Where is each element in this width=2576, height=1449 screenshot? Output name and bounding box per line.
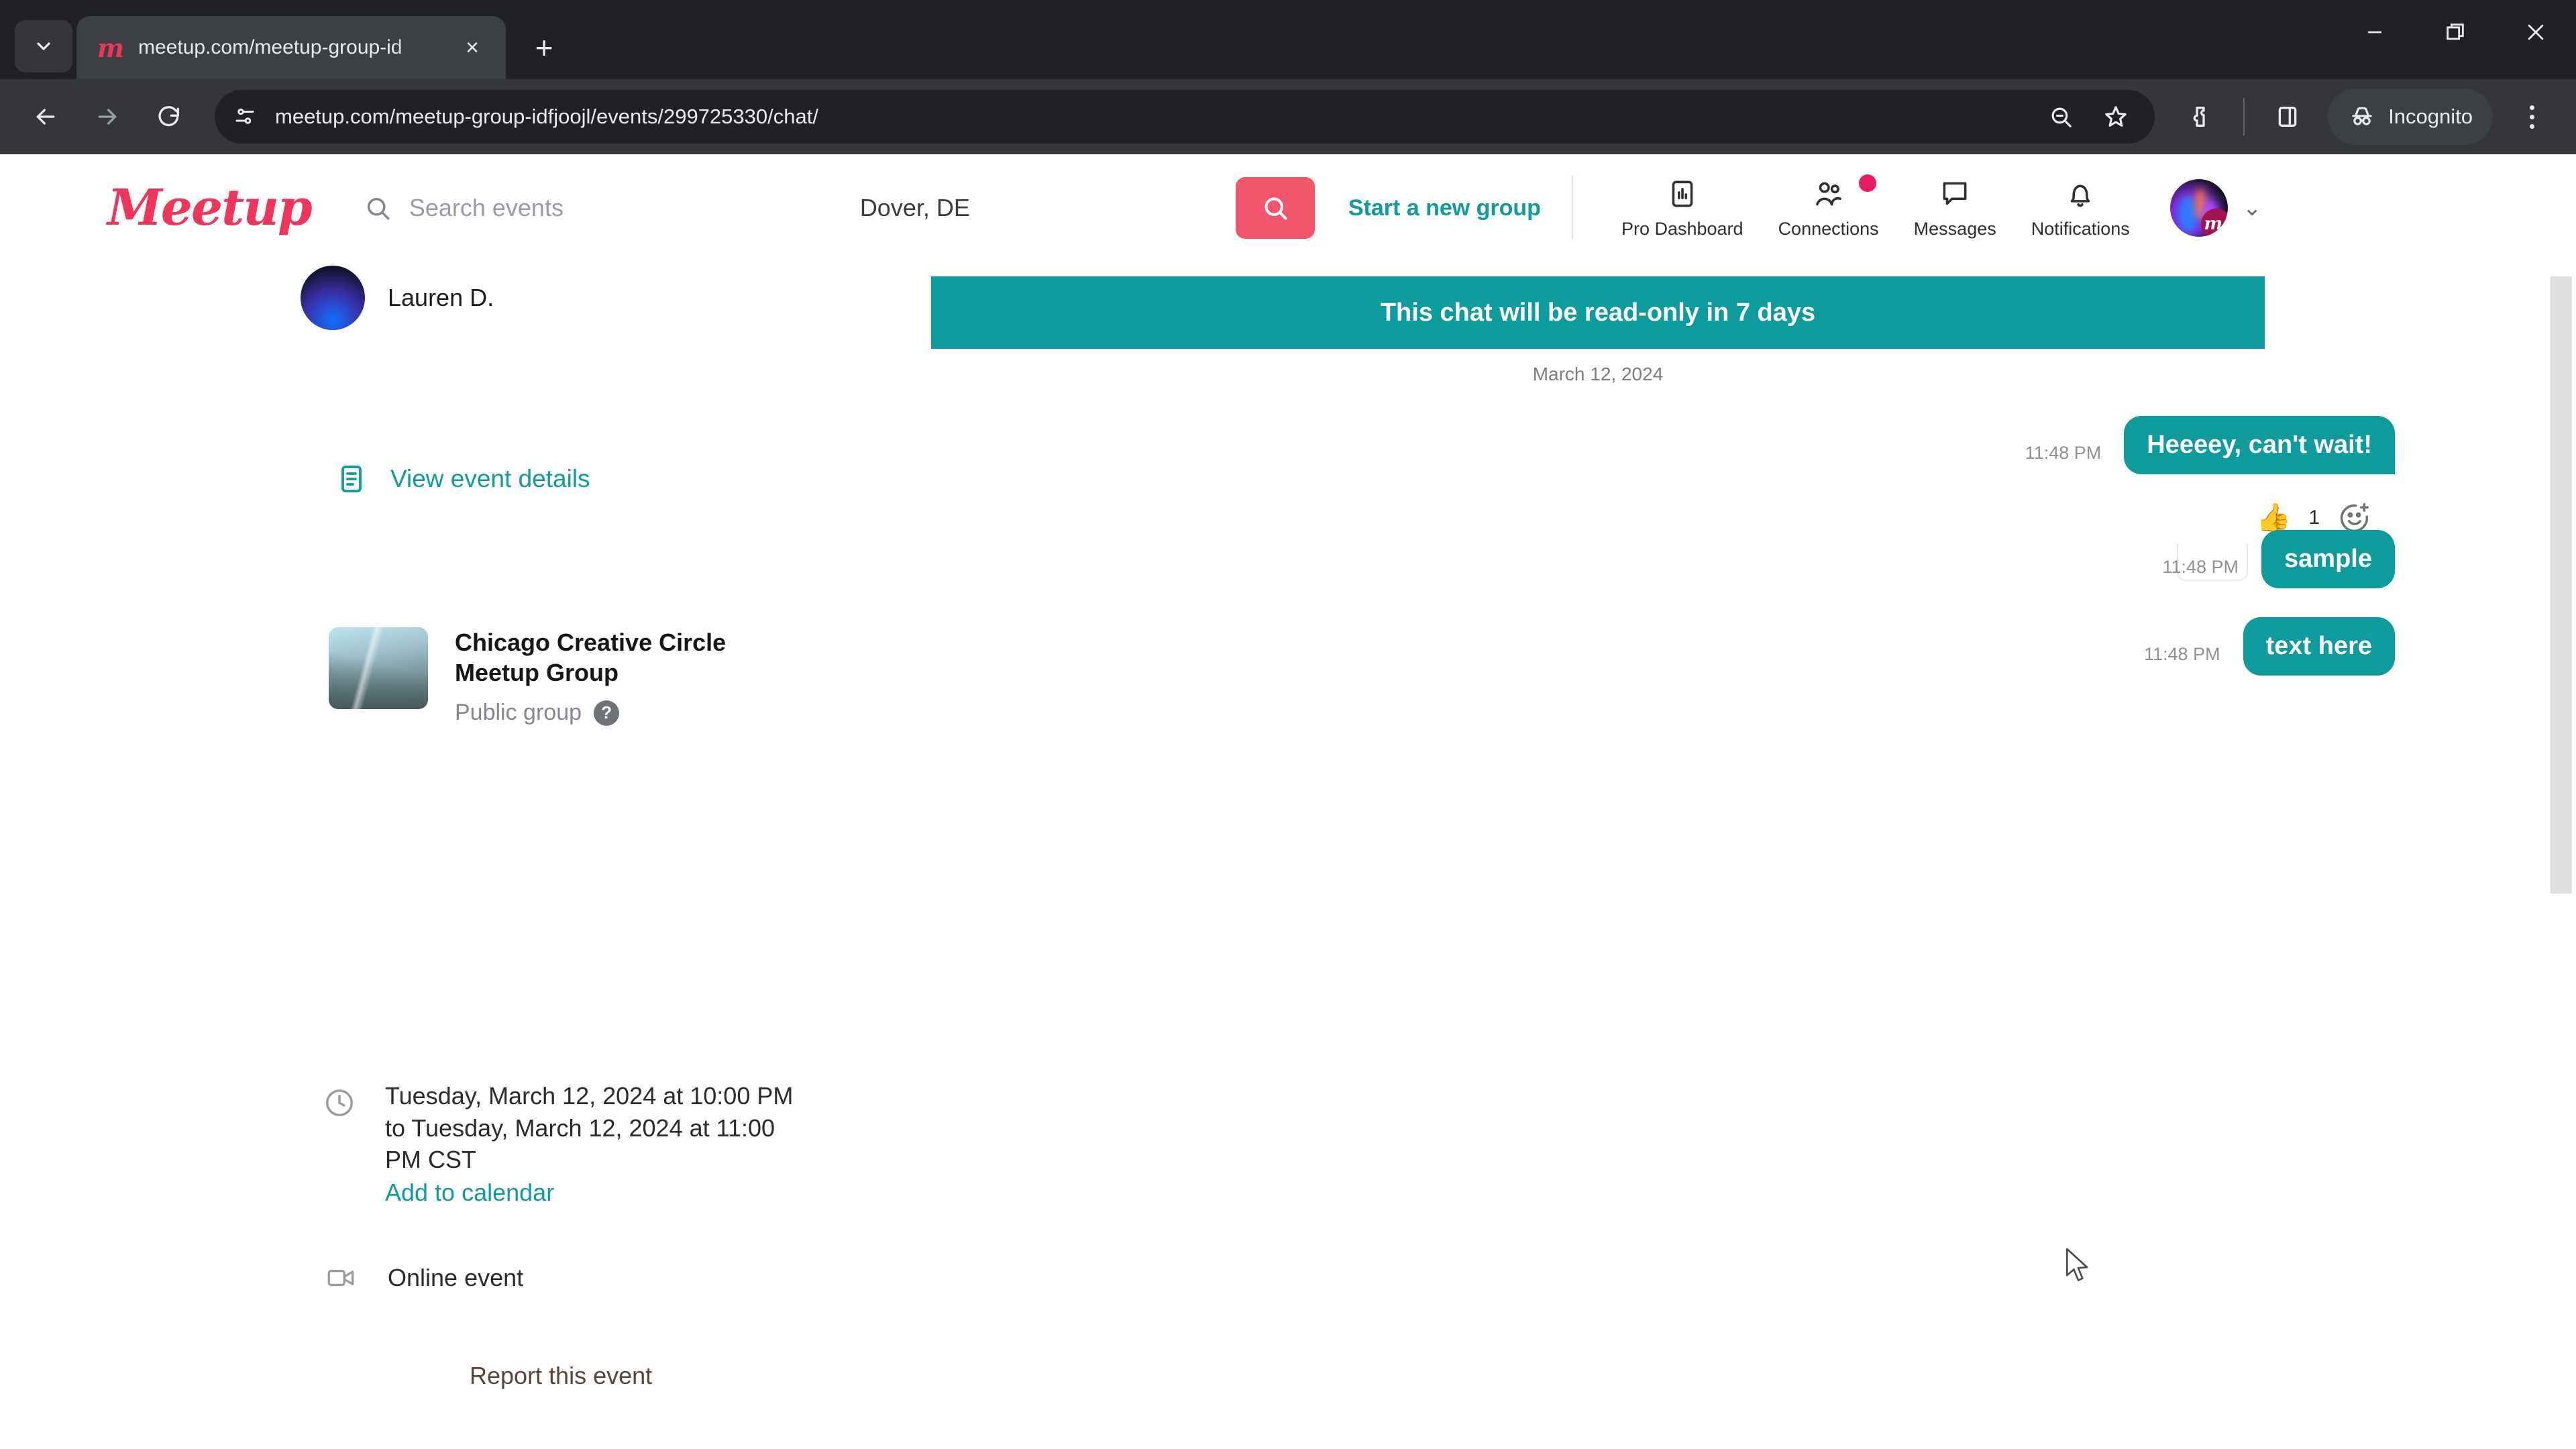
header-divider xyxy=(1571,176,1573,240)
report-event-link[interactable]: Report this event xyxy=(470,1362,652,1390)
reaction-count: 1 xyxy=(2308,506,2320,529)
organizer-name: Lauren D. xyxy=(388,284,494,311)
avatar[interactable]: m· xyxy=(2169,179,2228,237)
chat-message: 11:48 PM Heeeey, can't wait! xyxy=(2025,416,2395,474)
read-only-banner: This chat will be read-only in 7 days xyxy=(931,276,2265,349)
close-icon[interactable] xyxy=(2496,0,2576,64)
nav-label: Notifications xyxy=(2031,218,2130,239)
tab-search-button[interactable] xyxy=(15,20,72,72)
search-submit-button[interactable] xyxy=(1235,177,1315,239)
browser-tab[interactable]: m meetup.com/meetup-group-id × xyxy=(76,16,506,79)
window-controls xyxy=(2334,0,2576,64)
header-nav: Pro Dashboard Connections Messages Notif… xyxy=(1604,174,2147,239)
omnibox-actions xyxy=(2037,93,2140,141)
group-privacy: Public group ? xyxy=(455,700,804,726)
nav-item-pro-dashboard[interactable]: Pro Dashboard xyxy=(1604,177,1761,239)
search-events-placeholder: Search events xyxy=(409,194,564,221)
address-bar[interactable]: meetup.com/meetup-group-idfjoojl/events/… xyxy=(215,90,2155,144)
chat-message-time: 11:48 PM xyxy=(2162,557,2239,577)
new-tab-button[interactable]: + xyxy=(521,24,568,71)
reload-icon[interactable] xyxy=(141,89,197,145)
toolbar-divider xyxy=(2243,98,2245,136)
nav-item-connections[interactable]: Connections xyxy=(1761,174,1896,239)
start-a-new-group-link[interactable]: Start a new group xyxy=(1348,195,1541,221)
event-datetime-text: Tuesday, March 12, 2024 at 10:00 PM to T… xyxy=(385,1082,794,1174)
scrollbar-thumb[interactable] xyxy=(2551,276,2572,894)
nav-item-notifications[interactable]: Notifications xyxy=(2014,177,2147,239)
thumbs-up-icon[interactable]: 👍 xyxy=(2256,504,2291,532)
view-event-details-label: View event details xyxy=(390,465,590,492)
group-meta: Chicago Creative Circle Meetup Group Pub… xyxy=(455,627,804,726)
minimize-icon[interactable] xyxy=(2334,0,2415,64)
zoom-search-icon[interactable] xyxy=(2037,93,2085,141)
event-sidebar: Lauren D. View event details Chicago Cre… xyxy=(0,262,899,1449)
chat-message-bubble[interactable]: sample xyxy=(2261,530,2395,588)
url-text: meetup.com/meetup-group-idfjoojl/events/… xyxy=(275,105,818,128)
side-panel-icon[interactable] xyxy=(2259,89,2316,145)
nav-label: Pro Dashboard xyxy=(1621,218,1743,239)
incognito-indicator[interactable]: Incognito xyxy=(2328,89,2493,145)
chat-message-row: 11:48 PM sample xyxy=(2162,530,2395,588)
bookmark-star-icon[interactable] xyxy=(2092,93,2140,141)
meetup-logo[interactable]: Meetup xyxy=(107,183,313,233)
event-organizer[interactable]: Lauren D. xyxy=(301,266,494,330)
chat-date-divider: March 12, 2024 xyxy=(1532,364,1664,384)
meetup-header: Meetup Search events Dover, DE Start a n… xyxy=(0,154,2576,262)
back-icon[interactable] xyxy=(17,89,74,145)
chat-panel: This chat will be read-only in 7 days Ma… xyxy=(926,262,2529,1449)
forward-icon[interactable] xyxy=(79,89,136,145)
chevron-down-icon[interactable]: ⌄ xyxy=(2243,195,2262,221)
connections-badge xyxy=(1858,174,1876,192)
site-settings-icon[interactable] xyxy=(229,101,260,132)
account-menu[interactable]: m· ⌄ xyxy=(2169,179,2262,237)
event-datetime: Tuesday, March 12, 2024 at 10:00 PM to T… xyxy=(322,1080,814,1207)
help-icon[interactable]: ? xyxy=(594,700,620,726)
browser-toolbar: meetup.com/meetup-group-idfjoojl/events/… xyxy=(0,79,2576,154)
chat-message: 11:48 PM text here xyxy=(2144,617,2395,676)
nav-label: Connections xyxy=(1778,218,1879,239)
chat-message: 11:48 PM sample xyxy=(2162,530,2395,588)
location-input[interactable]: Dover, DE xyxy=(860,194,1236,222)
chat-message-time: 11:48 PM xyxy=(2144,644,2220,664)
group-privacy-label: Public group xyxy=(455,700,582,725)
tab-strip: m meetup.com/meetup-group-id × + xyxy=(0,0,2576,79)
event-venue: Online event xyxy=(322,1261,523,1295)
chat-message-row: 11:48 PM text here xyxy=(2144,617,2395,676)
event-venue-label: Online event xyxy=(388,1264,524,1291)
group-card[interactable]: Chicago Creative Circle Meetup Group Pub… xyxy=(329,627,804,726)
add-to-calendar-link[interactable]: Add to calendar xyxy=(385,1179,814,1207)
nav-label: Messages xyxy=(1913,218,1996,239)
chat-message-time: 11:48 PM xyxy=(2025,443,2102,463)
incognito-label: Incognito xyxy=(2388,105,2473,128)
maximize-icon[interactable] xyxy=(2415,0,2496,64)
browser-window: m meetup.com/meetup-group-id × + meetup.… xyxy=(0,0,2576,1449)
group-name: Chicago Creative Circle Meetup Group xyxy=(455,629,727,686)
chat-message-bubble[interactable]: Heeeey, can't wait! xyxy=(2124,416,2395,474)
extensions-icon[interactable] xyxy=(2172,89,2229,145)
organizer-avatar xyxy=(301,266,365,330)
chat-message-row: 11:48 PM Heeeey, can't wait! xyxy=(2025,416,2395,474)
chrome-menu-icon[interactable] xyxy=(2505,90,2559,144)
page-content: Lauren D. View event details Chicago Cre… xyxy=(0,262,2576,1449)
chat-message-bubble[interactable]: text here xyxy=(2243,617,2395,676)
group-thumbnail xyxy=(329,627,428,709)
meetup-logo-icon: m xyxy=(97,32,125,63)
tab-title: meetup.com/meetup-group-id xyxy=(138,36,402,58)
search-events-input[interactable]: Search events xyxy=(364,194,860,222)
avatar-meetup-badge: m· xyxy=(2200,209,2228,237)
page-scrollbar[interactable] xyxy=(2546,262,2576,1449)
close-icon[interactable]: × xyxy=(455,30,490,65)
page-viewport: Meetup Search events Dover, DE Start a n… xyxy=(0,154,2576,1449)
nav-item-messages[interactable]: Messages xyxy=(1896,177,2014,239)
view-event-details-link[interactable]: View event details xyxy=(335,463,590,495)
